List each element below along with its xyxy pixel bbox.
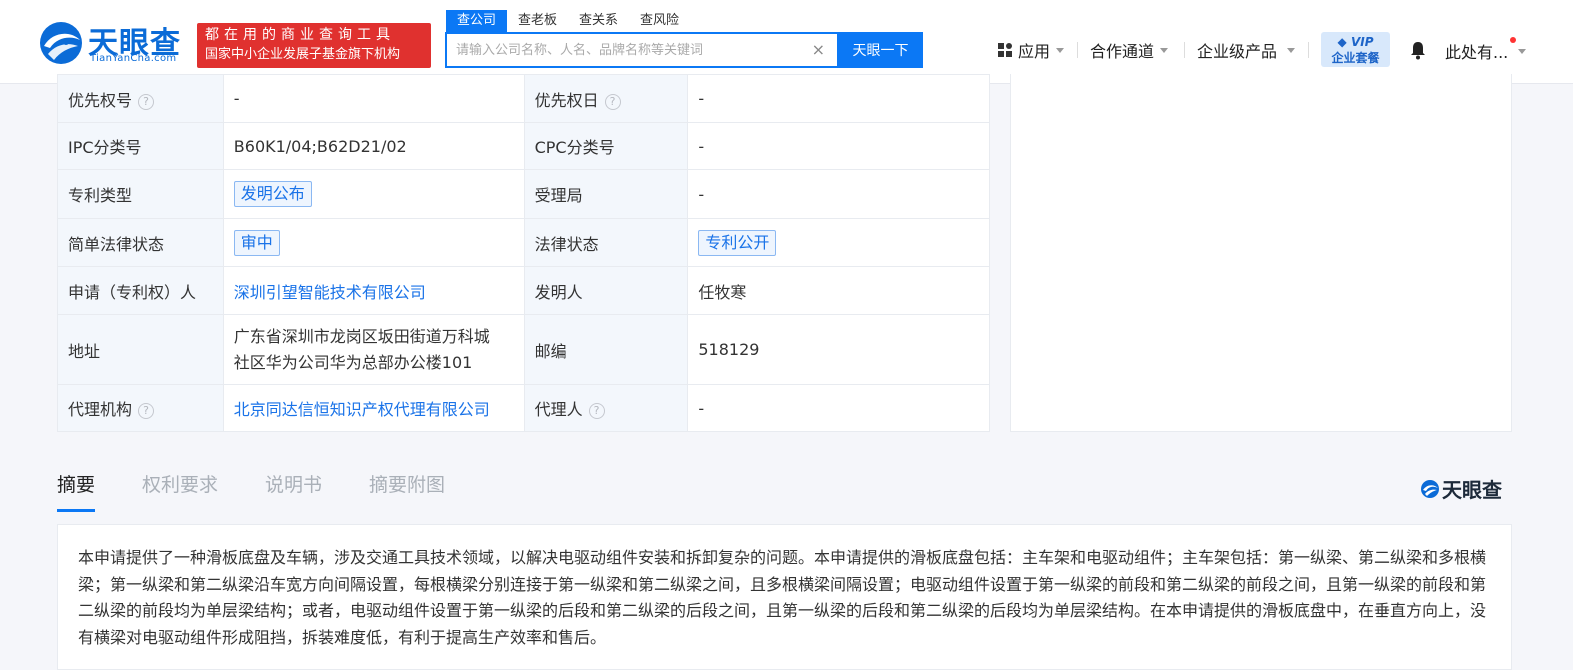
- nav-cooperation[interactable]: 合作通道: [1090, 38, 1169, 62]
- tab-boss[interactable]: 查老板: [507, 10, 568, 32]
- postcode-value: 518129: [687, 314, 990, 385]
- patent-info-table: 优先权号? - 优先权日? - IPC分类号 B60K1/04;B62D21/0…: [57, 74, 990, 432]
- eye-logo-icon: [1421, 479, 1439, 498]
- simple-legal-status-tag: 审中: [233, 229, 280, 256]
- table-row: IPC分类号 B60K1/04;B62D21/02 CPC分类号 -: [57, 122, 990, 170]
- slogan-line2: 国家中小企业发展子基金旗下机构: [205, 47, 401, 62]
- agent-label: 代理人?: [523, 384, 689, 432]
- top-header: 天眼查 TianYanCha.com 都在用的商业查询工具 国家中小企业发展子基…: [0, 0, 1573, 84]
- legal-status-tag: 专利公开: [698, 229, 777, 256]
- nav-enterprise-label: 企业级产品: [1197, 42, 1278, 61]
- simple-legal-status-cell: 审中: [222, 218, 525, 267]
- tab-description[interactable]: 说明书: [265, 470, 322, 512]
- legal-status-label: 法律状态: [523, 218, 689, 267]
- help-icon[interactable]: ?: [588, 403, 605, 419]
- ipc-value: B60K1/04;B62D21/02: [222, 122, 525, 170]
- priority-number-value: -: [222, 74, 525, 123]
- search-input[interactable]: [447, 34, 797, 66]
- abstract-text: 本申请提供了一种滑板底盘及车辆，涉及交通工具技术领域，以解决电驱动组件安装和拆卸…: [57, 524, 1512, 670]
- tab-claims[interactable]: 权利要求: [142, 470, 218, 512]
- diamond-icon: ◆: [1337, 35, 1347, 49]
- notification-dot: [1510, 37, 1516, 43]
- chevron-down-icon: [1518, 48, 1527, 54]
- applicant-cell: 深圳引望智能技术有限公司: [222, 266, 525, 315]
- user-name: 此处有...: [1445, 43, 1509, 62]
- applicant-link[interactable]: 深圳引望智能技术有限公司: [234, 283, 426, 302]
- cpc-value: -: [687, 122, 990, 170]
- search-type-tabs: 查公司 查老板 查关系 查风险: [446, 10, 690, 32]
- vip-label: ◆ VIP: [1321, 34, 1390, 50]
- brand-text: 天眼查: [1442, 478, 1502, 502]
- priority-date-label: 优先权日?: [523, 74, 689, 123]
- tab-risk[interactable]: 查风险: [629, 10, 690, 32]
- logo-subtext: TianYanCha.com: [90, 53, 177, 64]
- address-label: 地址: [57, 314, 224, 385]
- help-icon[interactable]: ?: [138, 93, 155, 110]
- tab-abstract[interactable]: 摘要: [57, 470, 96, 512]
- address-line1: 广东省深圳市龙岗区坂田街道万科城: [233, 326, 490, 346]
- address-value: 广东省深圳市龙岗区坂田街道万科城 社区华为公司华为总部办公楼101: [222, 314, 525, 385]
- priority-date-value: -: [687, 74, 990, 123]
- priority-number-label: 优先权号?: [57, 74, 224, 123]
- receiving-office-label: 受理局: [523, 169, 689, 219]
- agency-cell: 北京同达信恒知识产权代理有限公司: [222, 384, 525, 432]
- nav-cooperation-label: 合作通道: [1090, 42, 1155, 61]
- table-row: 代理机构? 北京同达信恒知识产权代理有限公司 代理人? -: [57, 384, 990, 432]
- table-row: 专利类型 发明公布 受理局 -: [57, 169, 990, 219]
- agent-value: -: [687, 384, 990, 432]
- search-button[interactable]: 天眼一下: [838, 32, 923, 68]
- ipc-label: IPC分类号: [57, 122, 224, 170]
- patent-type-cell: 发明公布: [222, 169, 525, 219]
- slogan-banner: 都在用的商业查询工具 国家中小企业发展子基金旗下机构: [197, 23, 431, 68]
- cpc-label: CPC分类号: [523, 122, 689, 170]
- nav-divider: [1184, 42, 1185, 58]
- receiving-office-value: -: [687, 169, 990, 219]
- table-row: 优先权号? - 优先权日? -: [57, 74, 990, 123]
- vip-text: VIP: [1350, 35, 1374, 49]
- applicant-label: 申请（专利权）人: [57, 266, 224, 315]
- vip-package-label: 企业套餐: [1331, 51, 1380, 65]
- simple-legal-status-label: 简单法律状态: [57, 218, 224, 267]
- legal-status-cell: 专利公开: [687, 218, 990, 267]
- agency-label: 代理机构?: [57, 384, 224, 432]
- patent-type-tag: 发明公布: [233, 181, 312, 207]
- bell-icon[interactable]: [1408, 40, 1428, 60]
- nav-divider: [1308, 42, 1309, 58]
- nav-enterprise[interactable]: 企业级产品: [1197, 38, 1296, 62]
- search-box: ×: [445, 32, 839, 68]
- clear-icon[interactable]: ×: [812, 40, 825, 59]
- tianyancha-logo[interactable]: 天眼查 TianYanCha.com: [38, 20, 188, 68]
- tab-relation[interactable]: 查关系: [568, 10, 629, 32]
- nav-divider: [1077, 42, 1078, 58]
- help-icon[interactable]: ?: [138, 403, 155, 419]
- side-panel: [1010, 74, 1512, 432]
- inventor-value: 任牧寒: [687, 266, 990, 315]
- table-row: 申请（专利权）人 深圳引望智能技术有限公司 发明人 任牧寒: [57, 266, 990, 315]
- help-icon[interactable]: ?: [604, 93, 621, 110]
- chevron-down-icon: [1160, 47, 1169, 53]
- chevron-down-icon: [1287, 47, 1296, 53]
- tab-abstract-figure[interactable]: 摘要附图: [369, 470, 445, 512]
- slogan-line1: 都在用的商业查询工具: [205, 27, 395, 43]
- brand-watermark: 天眼查: [1420, 474, 1502, 503]
- table-row: 地址 广东省深圳市龙岗区坂田街道万科城 社区华为公司华为总部办公楼101 邮编 …: [57, 314, 990, 385]
- apps-grid-icon: [998, 43, 1012, 57]
- content-tabs: 摘要 权利要求 说明书 摘要附图: [57, 470, 492, 512]
- chevron-down-icon: [1056, 47, 1065, 53]
- inventor-label: 发明人: [523, 266, 689, 315]
- eye-logo-icon: [40, 22, 82, 64]
- nav-apps[interactable]: 应用: [997, 38, 1065, 62]
- nav-apps-label: 应用: [1018, 42, 1051, 61]
- postcode-label: 邮编: [523, 314, 689, 385]
- vip-enterprise-package[interactable]: ◆ VIP 企业套餐: [1321, 32, 1390, 67]
- tab-company[interactable]: 查公司: [446, 10, 508, 32]
- patent-type-label: 专利类型: [57, 169, 224, 219]
- agency-link[interactable]: 北京同达信恒知识产权代理有限公司: [234, 400, 490, 419]
- address-line2: 社区华为公司华为总部办公楼101: [233, 352, 473, 372]
- table-row: 简单法律状态 审中 法律状态 专利公开: [57, 218, 990, 267]
